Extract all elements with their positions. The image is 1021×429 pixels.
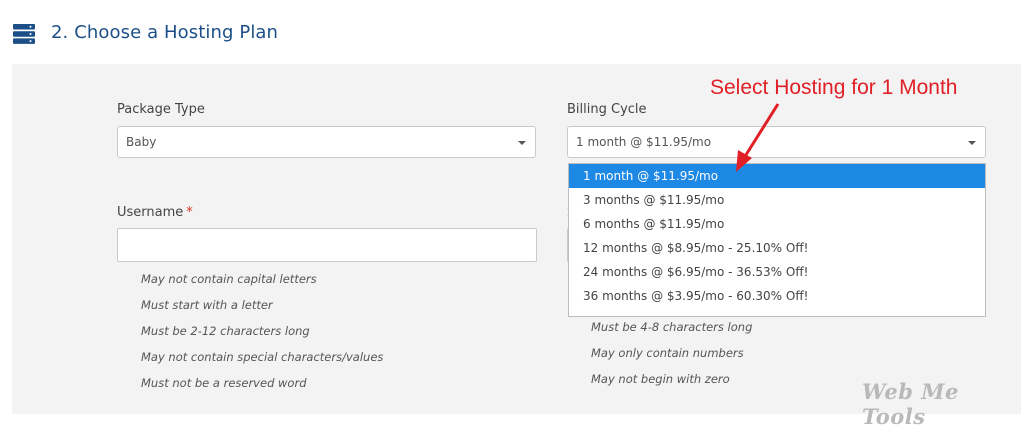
- package-type-value: Baby: [126, 135, 157, 149]
- billing-option[interactable]: 24 months @ $6.95/mo - 36.53% Off!: [569, 260, 985, 284]
- annotation-arrow-icon: [736, 103, 780, 172]
- billing-option[interactable]: 12 months @ $8.95/mo - 25.10% Off!: [569, 236, 985, 260]
- chevron-down-icon: [518, 141, 526, 145]
- annotation-text: Select Hosting for 1 Month: [710, 76, 958, 99]
- username-hint: Must start with a letter: [141, 298, 273, 312]
- billing-option[interactable]: 6 months @ $11.95/mo: [569, 212, 985, 236]
- chevron-down-icon: [968, 141, 976, 145]
- package-type-select[interactable]: Baby: [117, 126, 536, 158]
- billing-cycle-dropdown: 1 month @ $11.95/mo 3 months @ $11.95/mo…: [568, 163, 986, 317]
- billing-cycle-label: Billing Cycle: [567, 102, 647, 117]
- username-label-text: Username: [117, 205, 184, 220]
- watermark-logo: Web Me Tools: [862, 379, 959, 429]
- username-label: Username *: [117, 205, 193, 220]
- username-hint: Must not be a reserved word: [141, 376, 307, 390]
- section-header: 2. Choose a Hosting Plan: [0, 0, 1021, 64]
- billing-option[interactable]: 36 months @ $3.95/mo - 60.30% Off!: [569, 284, 985, 308]
- username-hint: May not contain capital letters: [141, 272, 317, 286]
- username-hint: May not contain special characters/value…: [141, 350, 384, 364]
- billing-cycle-value: 1 month @ $11.95/mo: [576, 135, 712, 149]
- server-icon: [13, 24, 35, 44]
- username-hint: Must be 2-12 characters long: [141, 324, 310, 338]
- security-hint: May only contain numbers: [591, 346, 744, 360]
- username-input[interactable]: [117, 228, 537, 262]
- package-type-label: Package Type: [117, 102, 205, 117]
- security-hint: May not begin with zero: [591, 372, 730, 386]
- security-hint: Must be 4-8 characters long: [591, 320, 753, 334]
- required-marker: *: [186, 205, 193, 220]
- page-title: 2. Choose a Hosting Plan: [51, 22, 279, 43]
- billing-option[interactable]: 3 months @ $11.95/mo: [569, 188, 985, 212]
